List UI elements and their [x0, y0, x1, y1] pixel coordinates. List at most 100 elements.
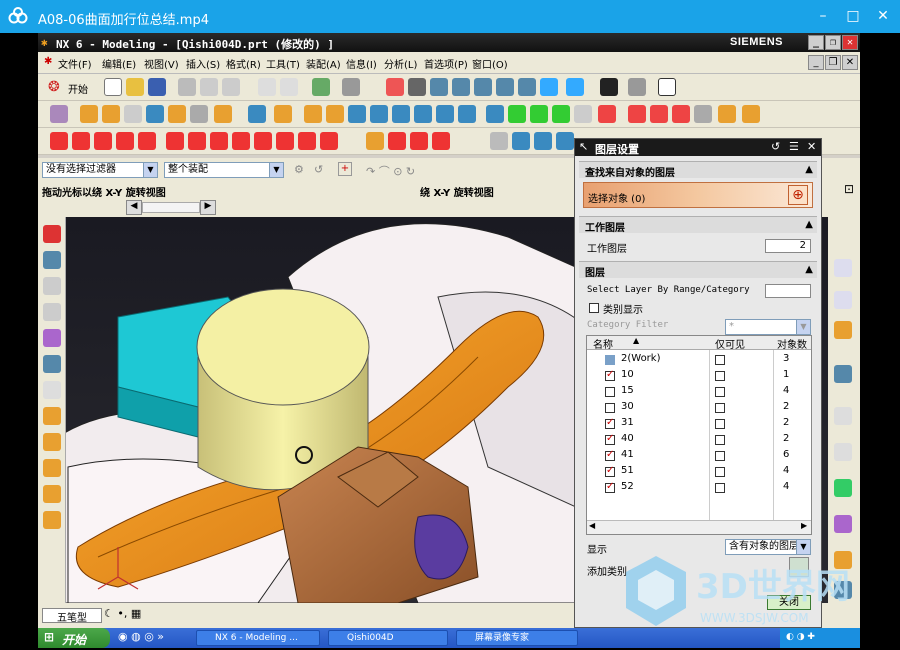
curve-icon[interactable] — [116, 132, 134, 150]
intersect-curve-icon[interactable] — [232, 132, 250, 150]
history-palette-icon[interactable] — [834, 407, 852, 425]
layer-visible-checkbox[interactable] — [605, 417, 615, 429]
dialog-close-icon[interactable]: ✕ — [807, 140, 816, 153]
offset-curve-icon[interactable] — [166, 132, 184, 150]
visible-only-checkbox[interactable] — [715, 387, 725, 397]
snap-options-icon[interactable]: ↷ ⌒ ⊙ ↻ — [366, 163, 415, 179]
zoom-icon[interactable] — [408, 78, 426, 96]
camera-icon[interactable] — [518, 78, 536, 96]
col-count[interactable]: 对象数 — [777, 336, 807, 351]
part-icon[interactable] — [80, 105, 98, 123]
col-visible-only[interactable]: 仅可见 — [715, 336, 745, 351]
cube-icon[interactable] — [248, 105, 266, 123]
visible-only-checkbox[interactable] — [715, 483, 725, 493]
ime-moon-icon[interactable]: ☾ •, ▦ — [104, 607, 141, 620]
cylinder-icon[interactable] — [146, 105, 164, 123]
view-icon[interactable] — [496, 78, 514, 96]
visible-only-checkbox[interactable] — [715, 451, 725, 461]
line-icon[interactable] — [50, 132, 68, 150]
layer-row[interactable]: 10 1 — [587, 368, 811, 384]
draft-icon[interactable] — [414, 105, 432, 123]
bridge-icon[interactable] — [188, 132, 206, 150]
menu-insert[interactable]: 插入(S) — [186, 56, 220, 71]
layer-visible-checkbox[interactable] — [605, 369, 615, 381]
layer-row[interactable]: 52 4 — [587, 480, 811, 496]
select-object-row[interactable]: 选择对象 (0) ⊕ — [583, 182, 813, 208]
layer-visible-checkbox[interactable] — [605, 387, 615, 397]
orient-icon[interactable] — [540, 78, 558, 96]
shell-icon[interactable] — [392, 105, 410, 123]
spline-icon[interactable] — [94, 132, 112, 150]
ime-mode[interactable]: 五笔型 — [42, 608, 102, 624]
constraint-icon[interactable] — [43, 277, 61, 295]
revolve-icon[interactable] — [274, 105, 292, 123]
zoom-in-icon[interactable] — [452, 78, 470, 96]
doc-close-button[interactable]: ✕ — [842, 55, 858, 70]
layer-row[interactable]: 51 4 — [587, 464, 811, 480]
task-folder[interactable]: Qishi004D — [328, 630, 448, 646]
assembly-navigator-icon[interactable] — [834, 259, 852, 277]
block-icon[interactable] — [168, 105, 186, 123]
parting-icon[interactable] — [43, 511, 61, 529]
copy-icon[interactable] — [200, 78, 218, 96]
layer-visible-checkbox[interactable] — [605, 465, 615, 477]
bbox-icon[interactable] — [694, 105, 712, 123]
part-nav-icon[interactable] — [43, 303, 61, 321]
mirror-icon[interactable] — [486, 105, 504, 123]
nxs-icon[interactable] — [190, 105, 208, 123]
layer-visible-checkbox[interactable] — [605, 433, 615, 445]
save-icon[interactable] — [148, 78, 166, 96]
chamfer-icon[interactable] — [370, 105, 388, 123]
wcs-icon[interactable] — [598, 105, 616, 123]
filter-reset-icon[interactable]: ↺ — [314, 163, 323, 176]
render-style-icon[interactable] — [566, 78, 584, 96]
menu-edit[interactable]: 编辑(E) — [102, 56, 136, 71]
scroll-track[interactable] — [142, 202, 200, 213]
assembly-nav-icon[interactable] — [43, 251, 61, 269]
fillet-curve-icon[interactable] — [432, 132, 450, 150]
menu-window[interactable]: 窗口(O) — [472, 56, 508, 71]
pan-icon[interactable] — [430, 78, 448, 96]
cut-icon[interactable] — [178, 78, 196, 96]
extrude-icon[interactable] — [214, 105, 232, 123]
layer-icon[interactable] — [43, 459, 61, 477]
scope-select[interactable]: 整个装配 ▼ — [164, 162, 284, 178]
layer-row[interactable]: 2(Work) 3 — [587, 352, 811, 368]
range-input[interactable] — [765, 284, 811, 298]
trim-icon[interactable] — [458, 105, 476, 123]
snap-point-icon[interactable]: + — [338, 162, 352, 176]
tray-icons[interactable]: ◐ ◑ ✚ — [786, 632, 815, 642]
nx-minimize-button[interactable]: _ — [808, 35, 824, 50]
part-navigator-icon[interactable] — [834, 321, 852, 339]
layer-row[interactable]: 40 2 — [587, 432, 811, 448]
swept-icon[interactable] — [556, 132, 574, 150]
stretch-icon[interactable] — [410, 132, 428, 150]
section-icon[interactable] — [742, 105, 760, 123]
fullscreen-icon[interactable]: ⊡ — [844, 182, 854, 196]
visible-only-checkbox[interactable] — [715, 467, 725, 477]
menu-assembly[interactable]: 装配(A) — [306, 56, 341, 71]
edge-icon[interactable] — [628, 78, 646, 96]
layer-row[interactable]: 30 2 — [587, 400, 811, 416]
layer-visible-checkbox[interactable] — [605, 449, 615, 461]
nx-restore-button[interactable]: ❐ — [825, 35, 841, 50]
extract-icon[interactable] — [298, 132, 316, 150]
blend-icon[interactable] — [348, 105, 366, 123]
close-button[interactable]: ✕ — [870, 4, 896, 28]
datum-icon[interactable] — [628, 105, 646, 123]
menu-preferences[interactable]: 首选项(P) — [424, 56, 468, 71]
menu-view[interactable]: 视图(V) — [144, 56, 179, 71]
layer-row[interactable]: 15 4 — [587, 384, 811, 400]
shade-icon[interactable] — [600, 78, 618, 96]
section-layer[interactable]: 图层 ▲ — [579, 261, 817, 279]
menu-info[interactable]: 信息(I) — [346, 56, 377, 71]
work-layer-icon[interactable] — [605, 355, 615, 365]
arc-icon[interactable] — [72, 132, 90, 150]
redo-icon[interactable] — [280, 78, 298, 96]
measure-icon[interactable] — [718, 105, 736, 123]
through-curves-icon[interactable] — [512, 132, 530, 150]
task-nx[interactable]: NX 6 - Modeling ... — [196, 630, 320, 646]
csys-icon[interactable] — [672, 105, 690, 123]
horizontal-scrollbar[interactable]: ◀ ▶ — [587, 520, 811, 534]
pattern-icon[interactable] — [508, 105, 526, 123]
